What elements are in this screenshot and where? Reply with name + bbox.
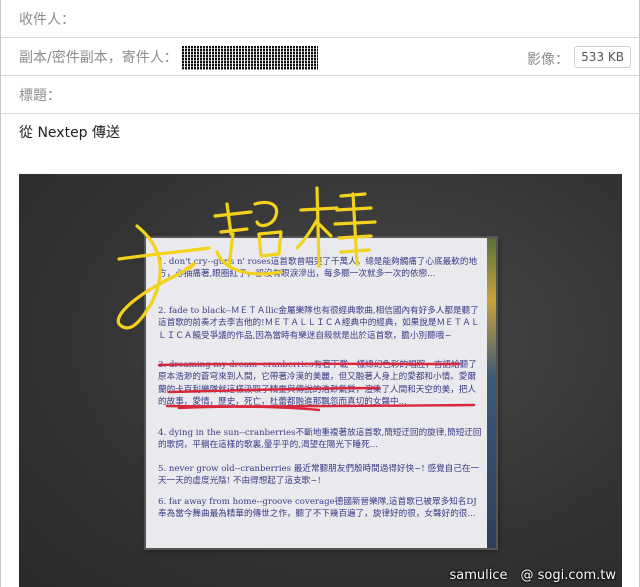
attached-photo[interactable]: 1. don't cry--guns n' roses這首歌曾唱哭了千萬人。總是… <box>19 174 622 587</box>
image-size-button[interactable]: 533 KB <box>574 46 631 68</box>
paragraph-4: 4. dying in the sun--cranberries不斷地重複著放這… <box>158 428 482 451</box>
paragraph-5: 5. never grow old--cranberries 最近常聽朋友們殷時… <box>158 464 480 487</box>
redacted-sender-address <box>182 46 318 70</box>
paragraph-3: 3. dreaming my dream--cranberries有著下載一樣總… <box>158 360 477 408</box>
cc-from-label: 副本/密件副本，寄件人： <box>19 49 178 66</box>
paragraph-2: 2. fade to black--ＭＥＴＡllic金屬樂隊也有很經典歌曲,相信… <box>158 306 480 341</box>
watermark: samulice @ sogi.com.tw <box>449 568 617 583</box>
to-label: 收件人： <box>19 11 75 28</box>
paragraph-1: 1. don't cry--guns n' roses這首歌曾唱哭了千萬人。總是… <box>158 257 478 280</box>
subject-label: 標題： <box>19 87 61 104</box>
paragraph-6: 6. far away from home--groove coverage德國… <box>158 497 477 520</box>
cc-from-row[interactable]: 副本/密件副本，寄件人： 影像： 533 KB <box>1 38 640 76</box>
email-compose-window: 收件人： 副本/密件副本，寄件人： 影像： 533 KB 標題： 從 Nexte… <box>0 0 640 587</box>
document-page: 1. don't cry--guns n' roses這首歌曾唱哭了千萬人。總是… <box>146 238 496 548</box>
image-size-label: 影像： <box>527 52 569 68</box>
book-spine-strip <box>487 238 496 548</box>
subject-row[interactable]: 標題： <box>1 76 640 114</box>
to-row[interactable]: 收件人： <box>1 0 640 38</box>
message-signature[interactable]: 從 Nextep 傳送 <box>19 122 120 142</box>
